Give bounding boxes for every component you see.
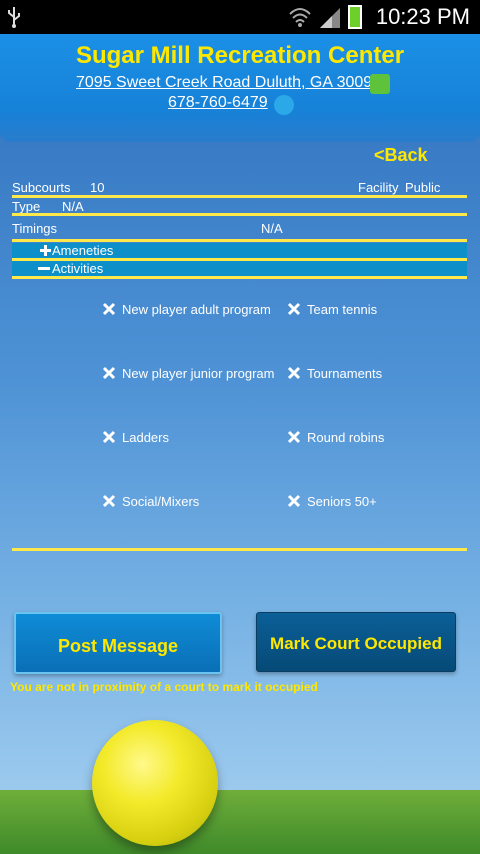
facility-value: Public <box>405 180 441 195</box>
page-title: Sugar Mill Recreation Center <box>75 42 405 69</box>
tennis-ball-image <box>92 720 218 846</box>
list-item: Team tennis <box>287 302 377 317</box>
activities-section-toggle[interactable]: Activities <box>12 261 467 277</box>
list-item: Social/Mixers <box>102 494 199 509</box>
list-item: New player adult program <box>102 302 271 317</box>
status-time: 10:23 PM <box>375 4 470 29</box>
timings-label: Timings <box>12 221 58 236</box>
close-icon <box>287 302 301 316</box>
post-message-button[interactable]: Post Message <box>14 612 222 674</box>
divider <box>12 195 467 198</box>
grass-background <box>0 790 480 854</box>
wifi-icon <box>289 8 311 27</box>
amenities-label: Ameneties <box>52 243 114 258</box>
close-icon <box>287 366 301 380</box>
location-header: Sugar Mill Recreation Center 7095 Sweet … <box>0 34 480 142</box>
type-value: N/A <box>62 199 84 214</box>
minus-icon <box>38 267 50 270</box>
type-row: Type N/A <box>12 199 467 214</box>
status-bar: 10:23 PM <box>0 0 480 34</box>
activities-label: Activities <box>52 261 104 276</box>
phone-icon[interactable] <box>274 95 294 115</box>
activities-list: New player adult program Team tennis New… <box>0 300 480 540</box>
directions-car-icon[interactable] <box>370 74 390 94</box>
list-item: Tournaments <box>287 366 382 381</box>
list-item: Round robins <box>287 430 384 445</box>
close-icon <box>287 494 301 508</box>
address-link[interactable]: 7095 Sweet Creek Road Duluth, GA 30097 <box>76 74 381 92</box>
close-icon <box>102 366 116 380</box>
close-icon <box>102 302 116 316</box>
facility-label: Facility <box>358 180 399 195</box>
divider <box>12 548 467 551</box>
amenities-section-toggle[interactable]: Ameneties <box>12 243 467 259</box>
list-item: Ladders <box>102 430 169 445</box>
subcourts-value: 10 <box>90 180 105 195</box>
timings-row: Timings N/A <box>12 221 467 236</box>
divider <box>12 276 467 279</box>
divider <box>12 239 467 242</box>
list-item: New player junior program <box>102 366 274 381</box>
signal-icon <box>320 8 340 28</box>
phone-link[interactable]: 678-760-6479 <box>168 94 268 112</box>
subcourts-label: Subcourts <box>12 180 71 195</box>
type-label: Type <box>12 199 41 214</box>
list-item: Seniors 50+ <box>287 494 377 509</box>
usb-icon <box>8 7 20 28</box>
battery-charging-icon <box>348 5 362 29</box>
divider <box>12 213 467 216</box>
close-icon <box>287 430 301 444</box>
close-icon <box>102 430 116 444</box>
plus-icon <box>40 245 51 256</box>
mark-court-occupied-button[interactable]: Mark Court Occupied <box>256 612 456 672</box>
timings-value: N/A <box>261 221 283 236</box>
close-icon <box>102 494 116 508</box>
back-button[interactable]: <Back <box>374 145 428 166</box>
proximity-warning: You are not in proximity of a court to m… <box>10 680 318 694</box>
